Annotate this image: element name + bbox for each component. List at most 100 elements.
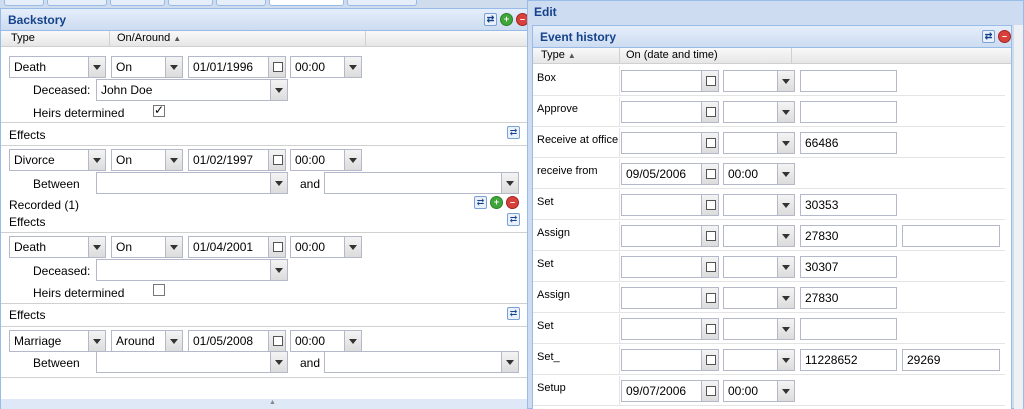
chevron-down-icon[interactable] — [88, 331, 105, 351]
event-time-combo[interactable]: 00:00 — [723, 380, 795, 402]
chevron-down-icon[interactable] — [165, 150, 182, 170]
event-time-combo[interactable]: 00:00 — [723, 163, 795, 185]
calendar-icon[interactable] — [268, 57, 285, 77]
chevron-down-icon[interactable] — [777, 319, 794, 339]
event-time-combo[interactable] — [723, 256, 795, 278]
type-combo[interactable]: Death — [9, 56, 106, 78]
chevron-down-icon[interactable] — [165, 331, 182, 351]
tab-4[interactable] — [168, 0, 213, 6]
add-icon[interactable]: + — [490, 196, 503, 209]
tab-2[interactable] — [47, 0, 107, 6]
event-time-combo[interactable] — [723, 132, 795, 154]
type-combo[interactable]: Divorce — [9, 149, 106, 171]
time-combo[interactable]: 00:00 — [290, 236, 362, 258]
between-combo-1[interactable] — [96, 172, 288, 194]
event-value-field[interactable] — [800, 101, 897, 123]
event-time-combo[interactable] — [723, 101, 795, 123]
refresh-icon[interactable]: ⇄ — [982, 30, 995, 43]
qualifier-combo[interactable]: On — [111, 236, 183, 258]
calendar-icon[interactable] — [268, 331, 285, 351]
event-date-field[interactable] — [621, 225, 719, 247]
calendar-icon[interactable] — [268, 237, 285, 257]
chevron-down-icon[interactable] — [88, 237, 105, 257]
chevron-down-icon[interactable] — [777, 257, 794, 277]
tab-1[interactable] — [4, 0, 44, 6]
tab-7[interactable] — [347, 0, 417, 6]
event-value-field[interactable]: 30307 — [800, 256, 897, 278]
calendar-icon[interactable] — [701, 319, 718, 339]
chevron-down-icon[interactable] — [344, 237, 361, 257]
event-value-field[interactable] — [800, 318, 897, 340]
calendar-icon[interactable] — [701, 71, 718, 91]
between-combo-2[interactable] — [324, 172, 519, 194]
deceased-combo[interactable] — [96, 259, 288, 281]
calendar-icon[interactable] — [701, 288, 718, 308]
refresh-icon[interactable]: ⇄ — [507, 126, 520, 139]
heirs-checkbox[interactable] — [153, 284, 165, 296]
chevron-down-icon[interactable] — [344, 331, 361, 351]
event-value-field[interactable]: 66486 — [800, 132, 897, 154]
calendar-icon[interactable] — [701, 350, 718, 370]
deceased-combo[interactable]: John Doe — [96, 79, 288, 101]
col-type[interactable]: Type ▲ — [537, 48, 576, 63]
refresh-icon[interactable]: ⇄ — [474, 196, 487, 209]
chevron-down-icon[interactable] — [270, 173, 287, 193]
remove-icon[interactable]: – — [506, 196, 519, 209]
chevron-down-icon[interactable] — [88, 57, 105, 77]
event-date-field[interactable] — [621, 318, 719, 340]
chevron-down-icon[interactable] — [777, 133, 794, 153]
event-date-field[interactable] — [621, 287, 719, 309]
type-combo[interactable]: Marriage — [9, 330, 106, 352]
refresh-icon[interactable]: ⇄ — [484, 13, 497, 26]
event-date-field[interactable] — [621, 349, 719, 371]
calendar-icon[interactable] — [701, 164, 718, 184]
tab-5[interactable] — [216, 0, 266, 6]
qualifier-combo[interactable]: Around — [111, 330, 183, 352]
refresh-icon[interactable]: ⇄ — [507, 307, 520, 320]
col-type[interactable]: Type — [7, 31, 35, 46]
qualifier-combo[interactable]: On — [111, 149, 183, 171]
calendar-icon[interactable] — [701, 257, 718, 277]
date-field[interactable]: 01/01/1996 — [188, 56, 286, 78]
refresh-icon[interactable]: ⇄ — [507, 213, 520, 226]
chevron-down-icon[interactable] — [777, 71, 794, 91]
event-date-field[interactable] — [621, 132, 719, 154]
between-combo-2[interactable] — [324, 351, 519, 373]
chevron-down-icon[interactable] — [501, 173, 518, 193]
chevron-down-icon[interactable] — [270, 352, 287, 372]
chevron-down-icon[interactable] — [777, 381, 794, 401]
chevron-down-icon[interactable] — [777, 288, 794, 308]
chevron-down-icon[interactable] — [777, 350, 794, 370]
collapse-arrow-icon[interactable]: ▲ — [269, 399, 276, 406]
qualifier-combo[interactable]: On — [111, 56, 183, 78]
chevron-down-icon[interactable] — [165, 237, 182, 257]
edit-scrollbar[interactable] — [1014, 25, 1023, 409]
between-combo-1[interactable] — [96, 351, 288, 373]
chevron-down-icon[interactable] — [777, 195, 794, 215]
event-time-combo[interactable] — [723, 318, 795, 340]
event-time-combo[interactable] — [723, 194, 795, 216]
remove-icon[interactable]: – — [998, 30, 1011, 43]
event-time-combo[interactable] — [723, 287, 795, 309]
chevron-down-icon[interactable] — [344, 150, 361, 170]
calendar-icon[interactable] — [701, 226, 718, 246]
chevron-down-icon[interactable] — [88, 150, 105, 170]
chevron-down-icon[interactable] — [270, 80, 287, 100]
event-value-field-2[interactable]: 29269 — [902, 349, 1000, 371]
event-date-field[interactable] — [621, 194, 719, 216]
event-time-combo[interactable] — [723, 70, 795, 92]
time-combo[interactable]: 00:00 — [290, 56, 362, 78]
event-value-field[interactable]: 30353 — [800, 194, 897, 216]
time-combo[interactable]: 00:00 — [290, 330, 362, 352]
event-date-field[interactable] — [621, 101, 719, 123]
chevron-down-icon[interactable] — [777, 164, 794, 184]
event-time-combo[interactable] — [723, 225, 795, 247]
chevron-down-icon[interactable] — [165, 57, 182, 77]
calendar-icon[interactable] — [701, 102, 718, 122]
event-value-field[interactable]: 11228652 — [800, 349, 897, 371]
calendar-icon[interactable] — [701, 133, 718, 153]
chevron-down-icon[interactable] — [777, 226, 794, 246]
event-value-field[interactable]: 27830 — [800, 287, 897, 309]
event-time-combo[interactable] — [723, 349, 795, 371]
col-on-around[interactable]: On/Around ▲ — [113, 31, 181, 46]
